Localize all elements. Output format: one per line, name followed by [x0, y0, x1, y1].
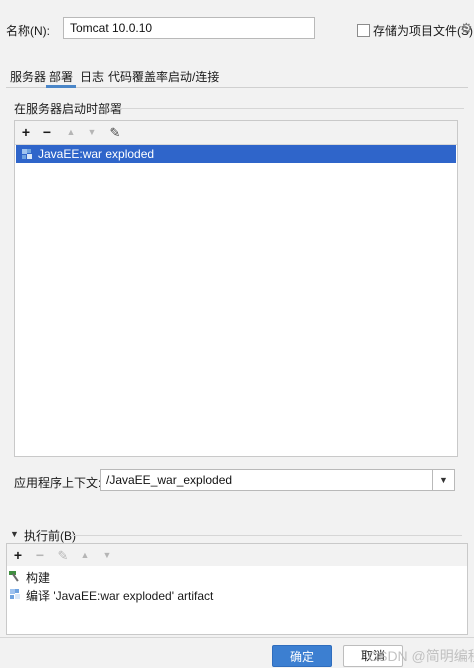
- deploy-toolbar: + − ▲ ▼ ✎: [15, 121, 457, 145]
- watermark: CSDN @简明编程: [368, 648, 474, 664]
- before-launch-toolbar: + − ✎ ▲ ▼: [7, 544, 467, 566]
- move-down-icon[interactable]: ▼: [84, 121, 100, 144]
- collapse-arrow-icon[interactable]: ▼: [10, 529, 19, 539]
- active-tab-indicator: [46, 85, 76, 88]
- remove-icon[interactable]: −: [39, 121, 55, 144]
- store-as-project-file-checkbox[interactable]: [357, 24, 370, 37]
- deploy-list-item[interactable]: JavaEE:war exploded: [16, 145, 456, 163]
- move-up-icon[interactable]: ▲: [77, 544, 93, 567]
- move-up-icon[interactable]: ▲: [63, 121, 79, 144]
- name-label: 名称(N):: [6, 24, 50, 38]
- deploy-item-label: JavaEE:war exploded: [38, 147, 155, 161]
- before-launch-item-build[interactable]: 构建: [9, 569, 449, 585]
- footer-divider: [0, 637, 474, 638]
- ok-button[interactable]: 确定: [272, 645, 332, 667]
- before-launch-item-compile-artifact[interactable]: 编译 'JavaEE:war exploded' artifact: [9, 587, 449, 603]
- move-down-icon[interactable]: ▼: [99, 544, 115, 567]
- gear-icon[interactable]: ⚙: [460, 20, 473, 37]
- deploy-list-panel: [14, 120, 458, 457]
- tab-code-coverage[interactable]: 代码覆盖率: [108, 68, 168, 85]
- add-icon[interactable]: +: [10, 544, 26, 567]
- app-context-input[interactable]: [100, 469, 433, 491]
- app-context-label: 应用程序上下文:: [14, 476, 102, 490]
- tab-startup-connection[interactable]: 启动/连接: [168, 68, 219, 85]
- hammer-icon: [9, 571, 19, 582]
- tab-server[interactable]: 服务器: [10, 68, 46, 85]
- before-launch-item-label: 编译 'JavaEE:war exploded' artifact: [26, 589, 214, 603]
- artifact-icon: [10, 589, 20, 599]
- chevron-down-icon[interactable]: ▼: [433, 469, 455, 491]
- add-icon[interactable]: +: [18, 121, 34, 144]
- name-input[interactable]: [63, 17, 315, 39]
- remove-icon[interactable]: −: [32, 544, 48, 567]
- edit-icon[interactable]: ✎: [107, 121, 123, 144]
- deploy-section-title: 在服务器启动时部署: [14, 102, 123, 116]
- edit-icon[interactable]: ✎: [55, 544, 71, 567]
- before-launch-divider: [72, 535, 462, 536]
- tab-logs[interactable]: 日志: [80, 68, 104, 85]
- deploy-section-divider: [112, 108, 464, 109]
- before-launch-item-label: 构建: [26, 571, 51, 585]
- before-launch-label[interactable]: 执行前(B): [24, 527, 76, 544]
- tab-deployment[interactable]: 部署: [49, 68, 73, 85]
- artifact-icon: [22, 149, 32, 159]
- store-as-project-file-label[interactable]: 存储为项目文件(S): [373, 22, 473, 39]
